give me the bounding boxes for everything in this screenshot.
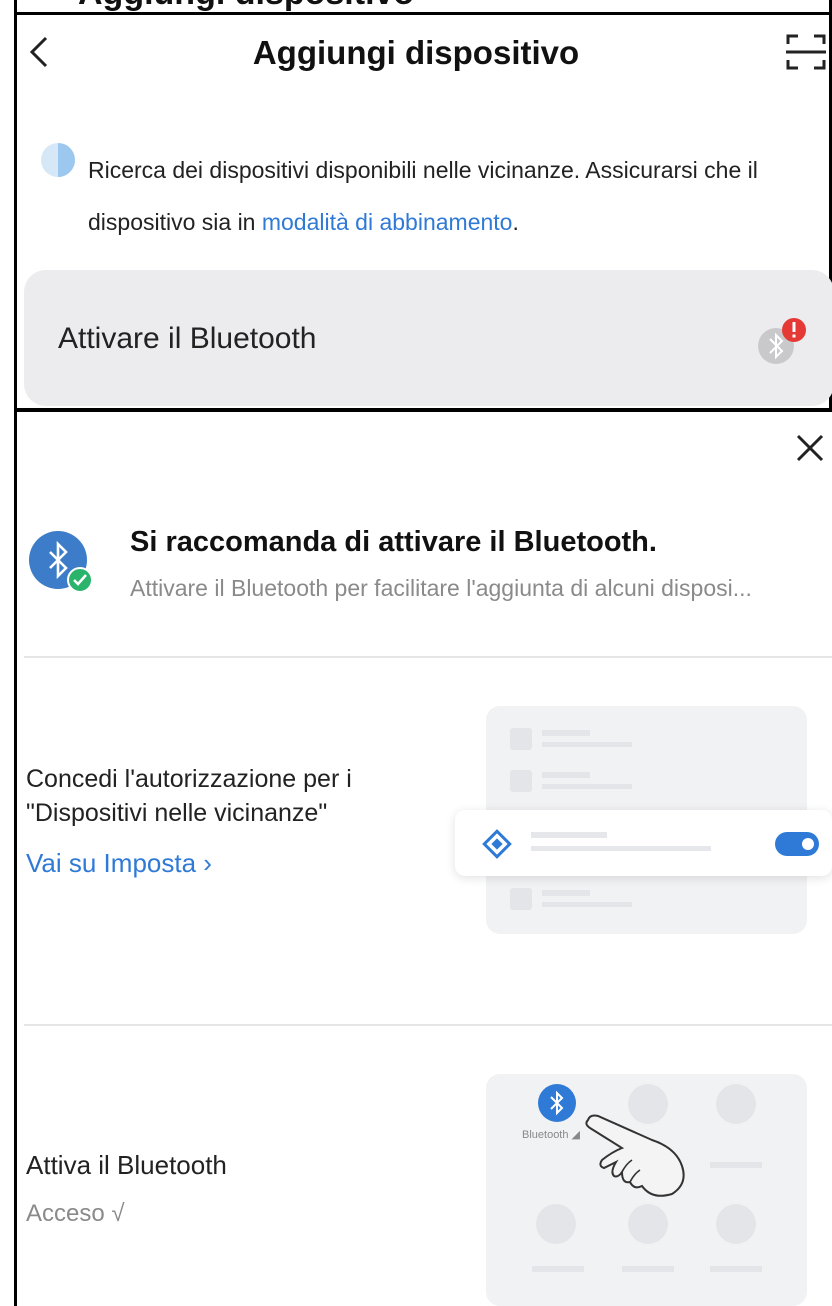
search-info-text: Ricerca dei dispositivi disponibili nell… [88, 157, 758, 235]
enable-bluetooth-title: Attiva il Bluetooth [26, 1150, 227, 1180]
bluetooth-icon [538, 1084, 576, 1122]
check-icon: √ [111, 1200, 125, 1227]
frame-border-top [14, 12, 832, 15]
close-button[interactable] [792, 430, 828, 466]
divider [24, 656, 832, 658]
recommendation-title: Si raccomanda di attivare il Bluetooth. [130, 526, 657, 558]
searching-indicator-icon [41, 143, 75, 177]
close-icon [796, 434, 824, 462]
page-title: Aggiungi dispositivo [252, 34, 580, 71]
toggle-on-icon [775, 832, 819, 856]
go-to-settings-link[interactable]: Vai su Imposta › [26, 848, 212, 879]
permission-title: Concedi l'autorizzazione per i "Disposit… [26, 765, 352, 827]
scan-icon [786, 34, 826, 70]
bluetooth-illustration: Bluetooth ◢ [486, 1074, 807, 1306]
scan-button[interactable] [784, 30, 828, 74]
hand-pointer-icon [585, 1114, 685, 1197]
bluetooth-status: Acceso √ [26, 1200, 125, 1227]
bluetooth-off-alert-icon [758, 318, 806, 364]
chevron-right-icon: › [203, 848, 212, 878]
sheet-top-border [14, 408, 832, 412]
recommendation-subtitle: Attivare il Bluetooth per facilitare l'a… [130, 575, 752, 601]
pairing-mode-link[interactable]: modalità di abbinamento [262, 209, 513, 235]
bluetooth-card[interactable]: Attivare il Bluetooth [24, 270, 832, 406]
permission-toggle-illustration [455, 810, 832, 876]
divider [24, 1024, 832, 1026]
nearby-devices-icon [482, 829, 512, 859]
frame-border-left [14, 0, 17, 1306]
bluetooth-illustration-label: Bluetooth ◢ [522, 1129, 580, 1141]
bluetooth-card-label: Attivare il Bluetooth [58, 322, 317, 355]
bluetooth-icon [29, 531, 93, 593]
